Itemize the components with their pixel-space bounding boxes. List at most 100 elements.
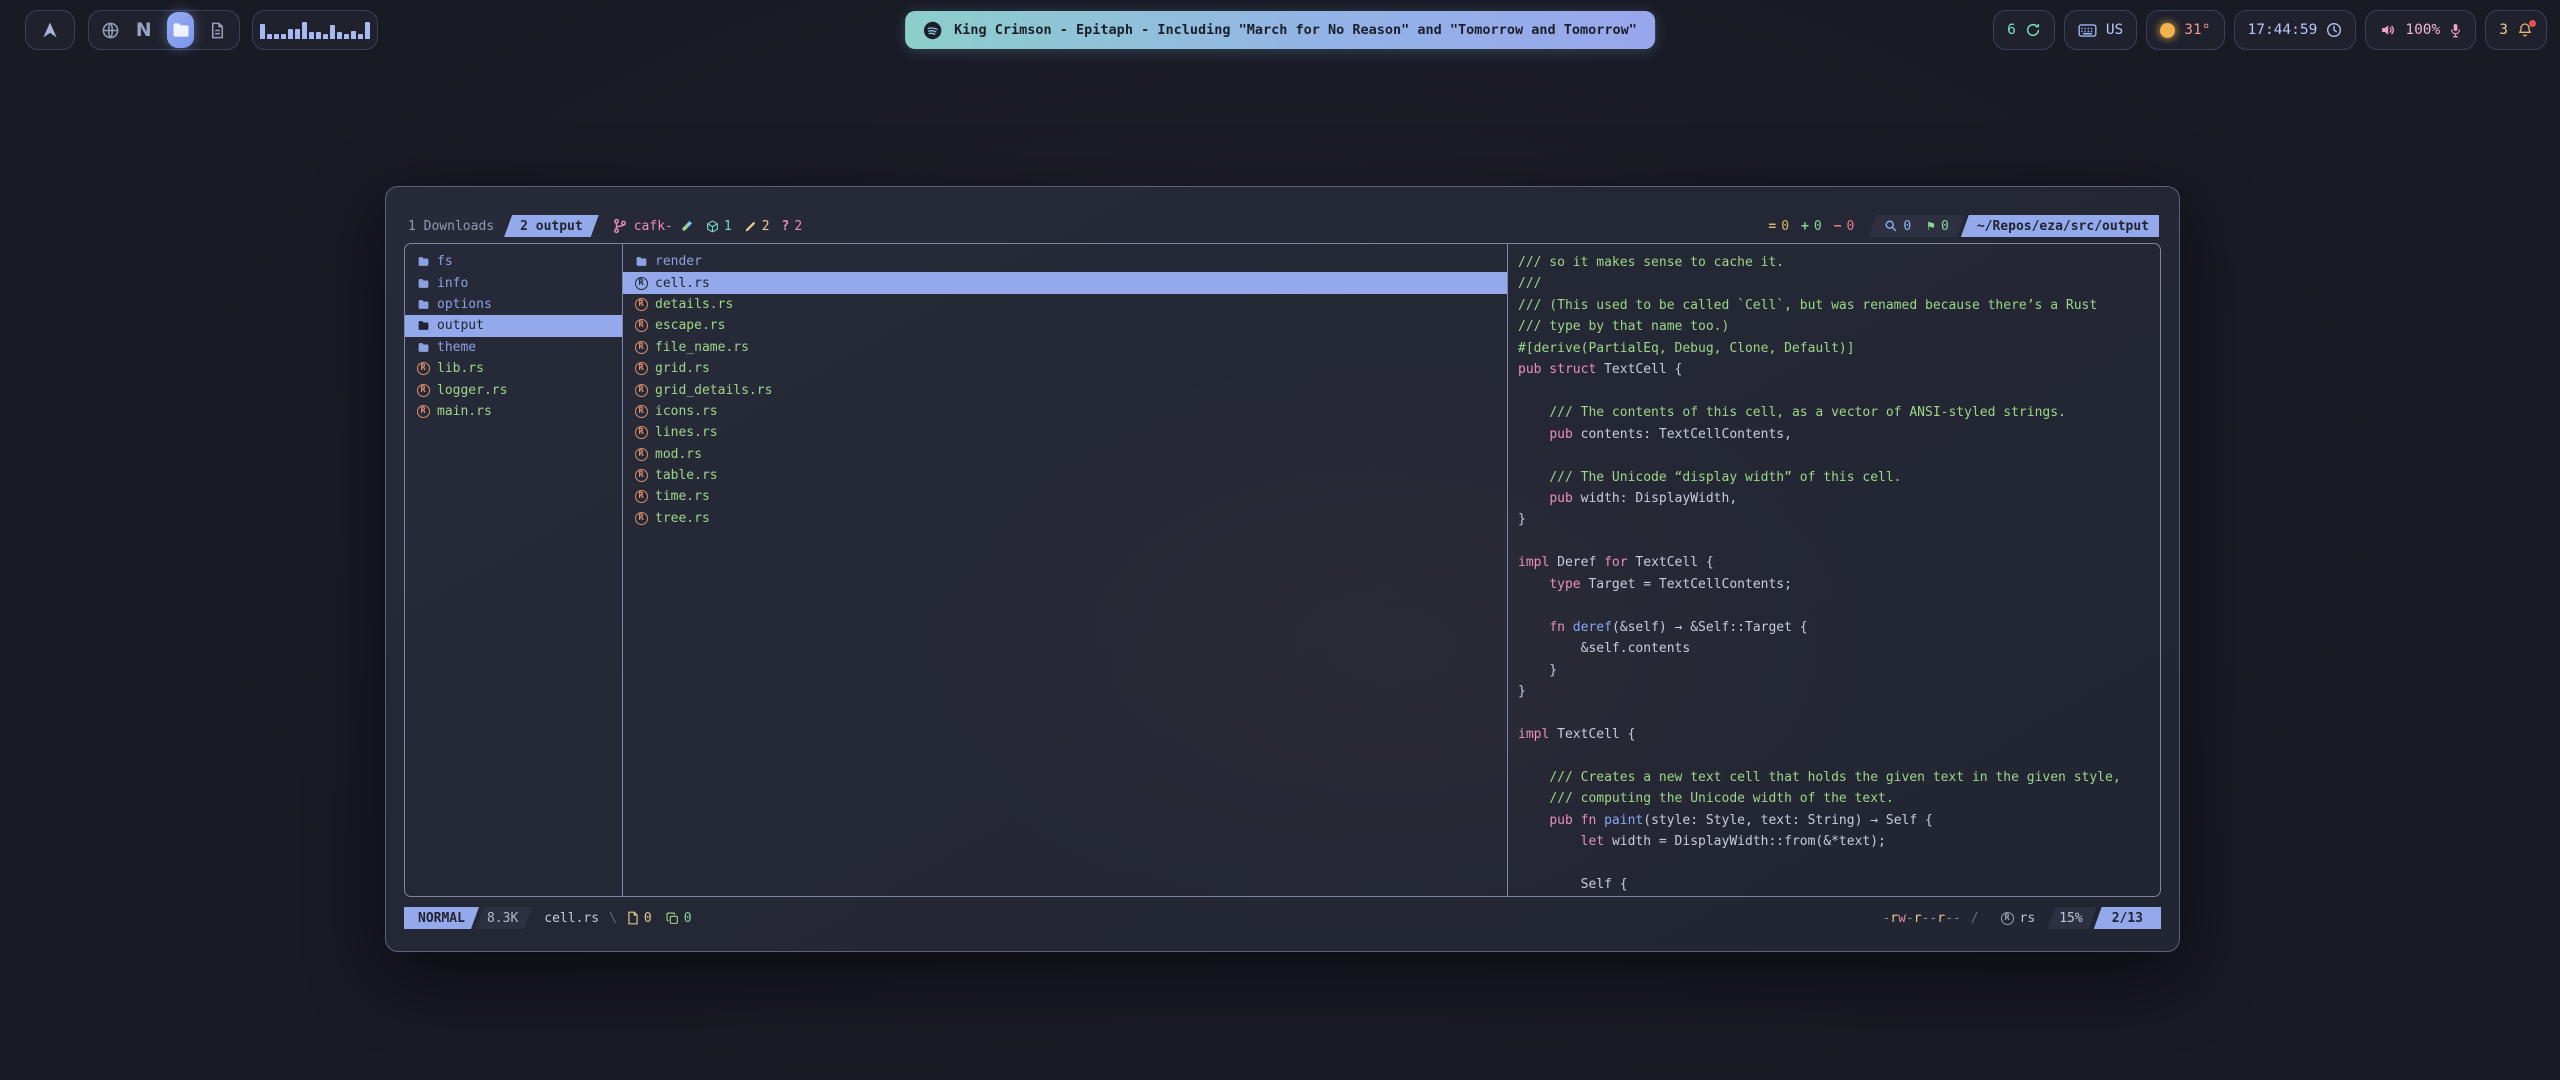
file-name: details.rs	[655, 297, 733, 312]
file-size: 8.3K	[476, 907, 532, 929]
volume-level: 100%	[2405, 22, 2440, 38]
weather-widget[interactable]: 31°	[2146, 10, 2224, 50]
file-name: theme	[437, 340, 476, 355]
file-name: main.rs	[437, 404, 492, 419]
cwd-path: ~/Repos/eza/src/output	[1977, 219, 2149, 234]
removed-counter: −0	[1834, 219, 1855, 234]
file-row[interactable]: Rfile_name.rs	[623, 337, 1507, 358]
browser-icon[interactable]	[101, 17, 120, 43]
tab-bar: 1 Downloads 2 output cafk- 1	[406, 215, 2159, 237]
visualizer-bar	[302, 22, 307, 39]
code-line: pub fn paint(style: Style, text: String)…	[1518, 810, 2160, 831]
file-row[interactable]: render	[623, 251, 1507, 272]
rust-file-icon: R	[635, 384, 648, 397]
visualizer-bar	[330, 25, 335, 39]
git-status: cafk-	[613, 218, 694, 234]
file-row[interactable]: Rcell.rs	[623, 272, 1507, 293]
search-count: 0	[1903, 219, 1911, 234]
file-row[interactable]: Rlines.rs	[623, 422, 1507, 443]
file-row[interactable]: Rtime.rs	[623, 486, 1507, 507]
cursor-position: 2/13	[2094, 907, 2161, 929]
file-name: fs	[437, 254, 453, 269]
code-line: }	[1518, 509, 2160, 530]
keyboard-layout: US	[2106, 22, 2123, 38]
git-box-counter: 1	[706, 219, 732, 234]
code-line: /// The Unicode “display width” of this …	[1518, 467, 2160, 488]
code-line: /// computing the Unicode width of the t…	[1518, 788, 2160, 809]
visualizer-bar	[351, 31, 356, 40]
current-file-name: cell.rs	[544, 911, 599, 926]
code-line	[1518, 381, 2160, 402]
music-widget[interactable]: King Crimson - Epitaph - Including "Marc…	[905, 11, 1655, 49]
folder-icon	[417, 319, 430, 332]
file-row[interactable]: Rtree.rs	[623, 508, 1507, 529]
notification-count: 3	[2499, 22, 2508, 38]
visualizer-bar	[267, 34, 272, 39]
yank-counter: 0	[666, 911, 692, 926]
code-line: pub contents: TextCellContents,	[1518, 424, 2160, 445]
document-icon[interactable]	[208, 17, 227, 43]
file-row[interactable]: Rgrid.rs	[623, 358, 1507, 379]
file-row[interactable]: options	[405, 294, 622, 315]
file-row[interactable]: output	[405, 315, 622, 336]
launcher-button[interactable]	[25, 10, 75, 50]
speaker-icon	[2379, 22, 2396, 38]
file-row[interactable]: Rmod.rs	[623, 444, 1507, 465]
file-row[interactable]: Rlib.rs	[405, 358, 622, 379]
tab-downloads[interactable]: 1 Downloads	[406, 219, 504, 234]
file-row[interactable]: Rlogger.rs	[405, 379, 622, 400]
file-row[interactable]: Rescape.rs	[623, 315, 1507, 336]
refresh-icon	[2025, 22, 2041, 38]
neovim-icon[interactable]: N	[134, 17, 153, 43]
file-row[interactable]: fs	[405, 251, 622, 272]
file-name: table.rs	[655, 468, 718, 483]
visualizer-bar	[260, 24, 265, 39]
file-row[interactable]: Rtable.rs	[623, 465, 1507, 486]
file-icon	[627, 911, 639, 925]
rust-file-icon: R	[635, 298, 648, 311]
added-counter: +0	[1801, 219, 1822, 234]
code-line: type Target = TextCellContents;	[1518, 574, 2160, 595]
visualizer-bars	[260, 19, 370, 41]
tab-output[interactable]: 2 output	[504, 215, 599, 237]
code-line: pub width: DisplayWidth,	[1518, 488, 2160, 509]
clock-widget[interactable]: 17:44:59	[2234, 10, 2357, 50]
file-row[interactable]: Rmain.rs	[405, 401, 622, 422]
search-icon	[1884, 219, 1897, 232]
counter-cluster: =0 +0 −0 0 ⚑ 0 ~/Repos/eza/src/output	[1756, 215, 2159, 237]
git-untracked-counter: ? 2	[782, 219, 803, 234]
temperature: 31°	[2184, 22, 2210, 38]
keyboard-layout-widget[interactable]: US	[2064, 10, 2137, 50]
visualizer-bar	[323, 34, 328, 39]
git-edit-counter: 2	[744, 219, 770, 234]
code-line: fn deref(&self) → &Self::Target {	[1518, 617, 2160, 638]
code-line: let width = DisplayWidth::from(&*text);	[1518, 831, 2160, 852]
code-line: Self {	[1518, 874, 2160, 895]
file-name: lib.rs	[437, 361, 484, 376]
file-row[interactable]: theme	[405, 337, 622, 358]
file-row[interactable]: Ricons.rs	[623, 401, 1507, 422]
code-line	[1518, 531, 2160, 552]
audio-visualizer[interactable]	[252, 10, 378, 50]
file-name: options	[437, 297, 492, 312]
code-line: /// type by that name too.)	[1518, 316, 2160, 337]
find-flag-segment: 0 ⚑ 0	[1868, 215, 1964, 237]
copy-icon	[666, 912, 679, 925]
file-row[interactable]: Rgrid_details.rs	[623, 379, 1507, 400]
files-icon[interactable]	[167, 12, 194, 48]
file-row[interactable]: Rdetails.rs	[623, 294, 1507, 315]
visualizer-bar	[365, 22, 370, 39]
folder-icon	[417, 255, 430, 268]
file-name: tree.rs	[655, 511, 710, 526]
code-line	[1518, 595, 2160, 616]
mode-indicator: NORMAL	[404, 907, 479, 929]
updates-widget[interactable]: 6	[1993, 10, 2055, 50]
folder-icon	[635, 255, 648, 268]
rust-file-icon: R	[635, 319, 648, 332]
notifications-widget[interactable]: 3	[2485, 10, 2547, 50]
audio-widget[interactable]: 100%	[2365, 10, 2476, 50]
file-row[interactable]: info	[405, 272, 622, 293]
rust-file-icon: R	[635, 277, 648, 290]
file-name: escape.rs	[655, 318, 725, 333]
file-name: grid.rs	[655, 361, 710, 376]
